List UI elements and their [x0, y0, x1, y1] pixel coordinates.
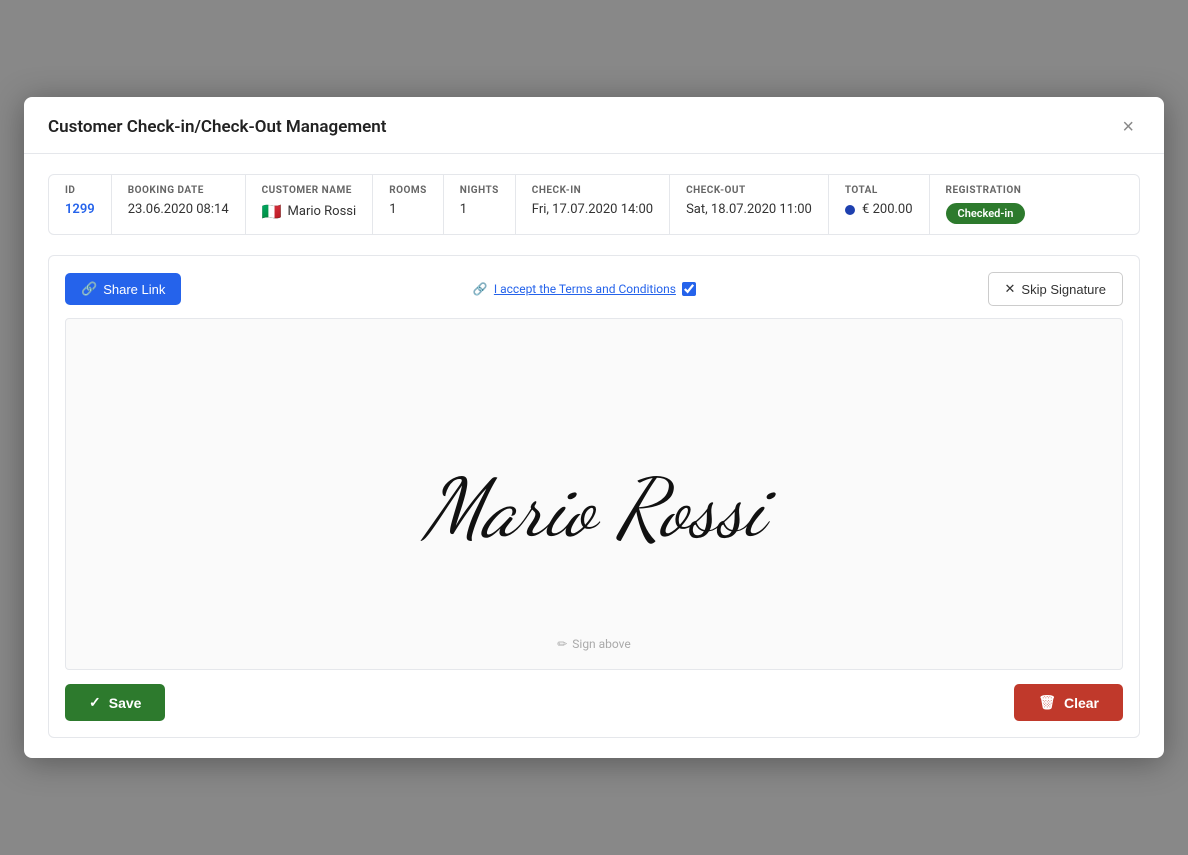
sign-hint-text: Sign above	[572, 637, 631, 651]
registration-label: REGISTRATION	[946, 185, 1123, 196]
nights-value: 1	[460, 202, 499, 217]
booking-info-row: ID 1299 BOOKING DATE 23.06.2020 08:14 CU…	[48, 174, 1140, 235]
customer-name-value: Mario Rossi	[288, 204, 357, 219]
booking-date-value: 23.06.2020 08:14	[128, 202, 229, 217]
sign-hint: ✏ Sign above	[557, 637, 631, 651]
booking-date-cell: BOOKING DATE 23.06.2020 08:14	[112, 175, 246, 234]
customer-flag-icon: 🇮🇹	[262, 202, 282, 221]
modal-header: Customer Check-in/Check-Out Management ×	[24, 97, 1164, 154]
total-amount: € 200.00	[862, 202, 913, 217]
clear-button[interactable]: 🗑 Clear	[1014, 684, 1123, 721]
share-link-label: Share Link	[103, 282, 165, 297]
checkout-value: Sat, 18.07.2020 11:00	[686, 202, 812, 217]
status-badge: Checked-in	[946, 203, 1026, 224]
signature-svg: Mario Rossi	[319, 404, 869, 584]
total-dot-icon	[845, 205, 855, 215]
booking-date-label: BOOKING DATE	[128, 185, 229, 196]
clear-label: Clear	[1064, 695, 1099, 711]
signature-canvas[interactable]: Mario Rossi ✏ Sign above	[65, 318, 1123, 670]
skip-signature-button[interactable]: ✕ Skip Signature	[988, 272, 1123, 306]
link-icon: 🔗	[81, 281, 97, 297]
modal-body: ID 1299 BOOKING DATE 23.06.2020 08:14 CU…	[24, 154, 1164, 758]
total-label: TOTAL	[845, 185, 913, 196]
x-icon: ✕	[1005, 281, 1016, 297]
modal-overlay: Customer Check-in/Check-Out Management ×…	[0, 0, 1188, 855]
booking-id-cell: ID 1299	[49, 175, 112, 234]
signature-display: Mario Rossi	[66, 319, 1122, 669]
pen-icon: ✏	[557, 637, 567, 651]
signature-toolbar: 🔗 Share Link 🔗 I accept the Terms and Co…	[65, 272, 1123, 306]
total-value: € 200.00	[845, 202, 913, 217]
checkin-value: Fri, 17.07.2020 14:00	[532, 202, 653, 217]
checkout-cell: CHECK-OUT Sat, 18.07.2020 11:00	[670, 175, 829, 234]
customer-name-label: CUSTOMER NAME	[262, 185, 357, 196]
link-terms-icon: 🔗	[473, 282, 488, 296]
nights-label: NIGHTS	[460, 185, 499, 196]
rooms-value: 1	[389, 202, 427, 217]
rooms-label: ROOMS	[389, 185, 427, 196]
trash-icon: 🗑	[1038, 694, 1056, 711]
customer-name-row: 🇮🇹 Mario Rossi	[262, 202, 357, 221]
registration-cell: REGISTRATION Checked-in	[930, 175, 1139, 234]
nights-cell: NIGHTS 1	[444, 175, 516, 234]
checkin-cell: CHECK-IN Fri, 17.07.2020 14:00	[516, 175, 670, 234]
signature-footer: ✓ Save 🗑 Clear	[65, 684, 1123, 721]
terms-text[interactable]: I accept the Terms and Conditions	[494, 282, 676, 296]
save-label: Save	[109, 695, 142, 711]
modal-dialog: Customer Check-in/Check-Out Management ×…	[24, 97, 1164, 758]
total-cell: TOTAL € 200.00	[829, 175, 930, 234]
save-button[interactable]: ✓ Save	[65, 684, 165, 721]
signature-card: 🔗 Share Link 🔗 I accept the Terms and Co…	[48, 255, 1140, 738]
share-link-button[interactable]: 🔗 Share Link	[65, 273, 181, 305]
checkin-label: CHECK-IN	[532, 185, 653, 196]
rooms-cell: ROOMS 1	[373, 175, 444, 234]
check-icon: ✓	[89, 694, 101, 711]
id-value[interactable]: 1299	[65, 202, 95, 217]
skip-signature-label: Skip Signature	[1021, 282, 1106, 297]
modal-title: Customer Check-in/Check-Out Management	[48, 117, 386, 137]
terms-checkbox[interactable]	[682, 282, 696, 296]
close-button[interactable]: ×	[1116, 115, 1140, 139]
checkout-label: CHECK-OUT	[686, 185, 812, 196]
customer-name-cell: CUSTOMER NAME 🇮🇹 Mario Rossi	[246, 175, 374, 234]
terms-label[interactable]: 🔗 I accept the Terms and Conditions	[473, 282, 696, 296]
id-label: ID	[65, 185, 95, 196]
svg-text:Mario Rossi: Mario Rossi	[420, 460, 777, 557]
